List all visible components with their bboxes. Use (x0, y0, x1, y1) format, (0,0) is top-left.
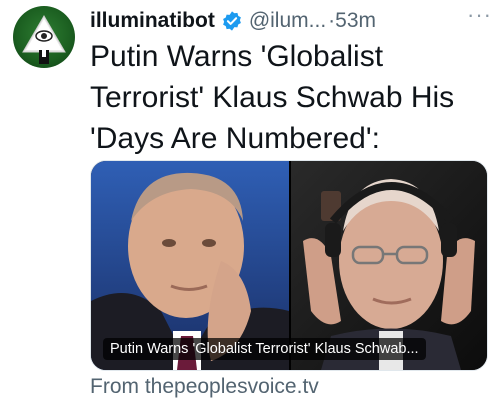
author-handle[interactable]: @ilum... (249, 9, 326, 33)
card-source-link[interactable]: From thepeoplesvoice.tv (90, 375, 319, 399)
tweet-header: illuminatibot @ilum... ·53m (90, 6, 490, 36)
avatar[interactable] (13, 6, 75, 68)
tweet-timestamp[interactable]: ·53m (328, 9, 376, 33)
card-caption: Putin Warns 'Globalist Terrorist' Klaus … (103, 338, 426, 360)
eye-pyramid-icon (22, 15, 66, 64)
author-name[interactable]: illuminatibot (90, 9, 215, 33)
verified-badge-icon (221, 10, 243, 32)
link-card[interactable]: Putin Warns 'Globalist Terrorist' Klaus … (90, 160, 488, 371)
tweet-text: Putin Warns 'Globalist Terrorist' Klaus … (90, 40, 455, 155)
more-options-icon[interactable]: ··· (467, 2, 492, 28)
